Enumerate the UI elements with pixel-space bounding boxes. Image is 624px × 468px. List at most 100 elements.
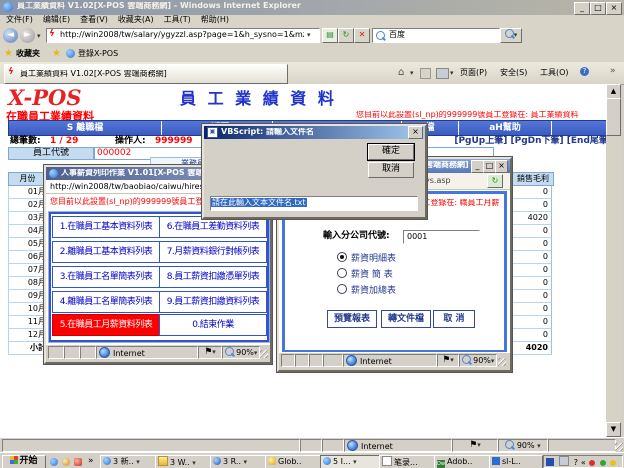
menu-item-3[interactable]: 3.在職員工名單簡表列表 bbox=[52, 266, 160, 288]
address-dropdown-icon[interactable]: ▾ bbox=[307, 32, 311, 40]
filename-input[interactable]: 請在此輸入文本文件名.txt bbox=[210, 196, 418, 211]
menu-help[interactable]: 帮助(H) bbox=[201, 16, 229, 25]
taskbar-task-group-1[interactable]: 3 新.. ▾ bbox=[100, 455, 156, 468]
close-button[interactable]: × bbox=[606, 2, 622, 15]
taskbar-task-group-5-active[interactable]: 5 I... ▾ bbox=[320, 455, 380, 468]
active-tab[interactable]: ϟ 員工業績資料 V1.02[X-POS 雲端商務網] bbox=[4, 64, 288, 84]
branch-refresh-icon[interactable]: ↻ bbox=[487, 174, 503, 188]
quicklaunch-qq-icon[interactable] bbox=[62, 458, 70, 466]
tray-app-green-icon[interactable] bbox=[600, 460, 606, 466]
printer-tray-icon[interactable] bbox=[559, 456, 569, 466]
nav-dropdown-icon[interactable]: ▾ bbox=[37, 33, 41, 41]
menu-item-6[interactable]: 6.在職員工差勤資料列表 bbox=[159, 216, 267, 238]
taskbar-task-8[interactable]: sl-L.. bbox=[489, 455, 543, 468]
export-file-button[interactable]: 轉文件檔 bbox=[381, 310, 431, 328]
menu-item-1[interactable]: 1.在職員工基本資料列表 bbox=[52, 216, 160, 238]
resize-grip[interactable] bbox=[615, 443, 623, 451]
add-favorite-icon[interactable]: ★ bbox=[52, 48, 61, 59]
vbscript-close-button[interactable]: × bbox=[408, 126, 423, 139]
ime-indicator-icon[interactable] bbox=[546, 458, 554, 466]
tray-clock: 16:23 bbox=[621, 458, 623, 467]
radio-total[interactable]: 薪資加總表 bbox=[337, 284, 396, 297]
minimize-button[interactable]: _ bbox=[574, 2, 590, 15]
print-dropdown-icon[interactable]: ▾ bbox=[450, 70, 454, 78]
radio-total-icon[interactable] bbox=[337, 284, 347, 294]
page-scrollbar[interactable]: ▲ ▼ bbox=[606, 84, 621, 437]
radio-simple-icon[interactable] bbox=[337, 268, 347, 278]
favorite-site-link[interactable]: 登錄X-POS bbox=[78, 50, 118, 59]
search-go-button[interactable]: ▾ bbox=[500, 28, 522, 43]
command-page-button[interactable]: 页面(P) bbox=[460, 69, 487, 78]
start-button[interactable]: 开始 bbox=[2, 455, 46, 468]
protected-mode-icon[interactable]: ⚑▾ bbox=[437, 354, 459, 367]
feeds-icon[interactable] bbox=[420, 68, 431, 79]
preview-report-button[interactable]: 預覽報表 bbox=[327, 310, 377, 328]
back-button[interactable]: ◄ bbox=[3, 28, 18, 43]
quicklaunch-more-icon[interactable]: » bbox=[88, 457, 94, 467]
quicklaunch-foxmail-icon[interactable] bbox=[74, 458, 82, 466]
help-tray-icon[interactable]: ? bbox=[574, 458, 578, 467]
radio-detail-icon[interactable] bbox=[337, 252, 347, 262]
print-window-icon bbox=[49, 169, 58, 178]
toolbar-help-button[interactable]: aH幫助 bbox=[459, 121, 552, 135]
taskbar-task-7[interactable]: DwAdob.. bbox=[434, 455, 490, 468]
vbscript-title-bar[interactable]: ▣ VBScript: 請輸入文件名 × bbox=[204, 126, 425, 139]
tray-app-red-icon[interactable] bbox=[589, 460, 595, 466]
zoom-control[interactable]: 90% ▾ bbox=[498, 439, 548, 452]
quicklaunch-ie-icon[interactable] bbox=[50, 458, 58, 466]
address-input[interactable]: ϟ http://win2008/tw/salary/ygyzzl.asp?pa… bbox=[46, 28, 320, 43]
menu-item-4[interactable]: 4.離職員工名單簡表列表 bbox=[52, 291, 160, 313]
resize-grip[interactable] bbox=[498, 358, 506, 366]
menu-tools[interactable]: 工具(T) bbox=[164, 16, 191, 25]
taskbar-task-group-3[interactable]: 3 R.. ▾ bbox=[210, 455, 266, 468]
menu-item-5-active[interactable]: 5.在職員工月薪資料列表 bbox=[52, 314, 160, 336]
ok-button[interactable]: 確定 bbox=[368, 144, 414, 160]
scrollbar-thumb[interactable] bbox=[606, 98, 621, 136]
scroll-up-icon[interactable]: ▲ bbox=[606, 84, 621, 99]
zoom-control[interactable]: 90%▾ bbox=[222, 346, 260, 359]
cancel-report-button[interactable]: 取 消 bbox=[433, 310, 475, 328]
radio-detail[interactable]: 薪資明細表 bbox=[337, 252, 396, 265]
restore-button[interactable]: □ bbox=[590, 2, 606, 15]
command-safety-button[interactable]: 安全(S) bbox=[500, 69, 527, 78]
stop-button[interactable]: ✕ bbox=[354, 28, 370, 43]
refresh-button[interactable]: ↻ bbox=[338, 28, 354, 43]
vbscript-dialog[interactable]: ▣ VBScript: 請輸入文件名 × 確定 取消 請在此輸入文本文件名.tx… bbox=[202, 124, 427, 219]
branch-close-button[interactable]: × bbox=[495, 160, 508, 173]
resize-grip[interactable] bbox=[260, 350, 268, 358]
taskbar-task-6[interactable]: 笔录... bbox=[379, 455, 435, 468]
menu-view[interactable]: 查看(V) bbox=[80, 16, 108, 25]
zoom-control[interactable]: 90%▾ bbox=[459, 354, 497, 367]
forward-button[interactable]: ► bbox=[20, 28, 35, 43]
branch-code-input[interactable]: 0001 bbox=[403, 230, 480, 244]
home-dropdown-icon[interactable]: ▾ bbox=[410, 70, 414, 78]
scroll-down-icon[interactable]: ▼ bbox=[606, 422, 621, 437]
toolbar-resigned-button[interactable]: S 離職檔 bbox=[9, 121, 162, 135]
menu-item-9[interactable]: 9.員工薪資扣繳資料列表 bbox=[159, 291, 267, 313]
radio-simple[interactable]: 薪資 簡 表 bbox=[337, 268, 393, 281]
menu-item-8[interactable]: 8.員工薪資扣繳憑單列表 bbox=[159, 266, 267, 288]
home-icon[interactable]: ⌂ bbox=[398, 67, 404, 78]
page-title: 員 工 業 績 資 料 bbox=[180, 90, 337, 108]
menu-item-0-exit[interactable]: 0.結束作業 bbox=[159, 314, 267, 336]
help-icon[interactable]: ? bbox=[580, 67, 589, 76]
cancel-button[interactable]: 取消 bbox=[368, 162, 414, 178]
print-icon[interactable] bbox=[436, 68, 449, 79]
menu-favorites[interactable]: 收藏夹(A) bbox=[118, 16, 154, 25]
menu-file[interactable]: 文件(F) bbox=[6, 16, 33, 25]
favorites-button[interactable]: 收藏夹 bbox=[16, 50, 40, 59]
protected-mode-icon[interactable]: ⚑▾ bbox=[452, 439, 498, 452]
chevron-more-icon[interactable]: » bbox=[610, 67, 616, 77]
protected-mode-icon[interactable]: ⚑▾ bbox=[198, 346, 222, 359]
taskbar-task-group-2[interactable]: 3 W.. ▾ bbox=[155, 455, 211, 468]
taskbar-task-4[interactable]: Glob.. bbox=[265, 455, 321, 468]
menu-item-7[interactable]: 7.月薪資料銀行對帳列表 bbox=[159, 241, 267, 263]
search-input[interactable]: 百度 bbox=[372, 28, 500, 43]
zoom-icon bbox=[225, 347, 234, 356]
command-tools-button[interactable]: 工具(O) bbox=[540, 69, 569, 78]
collapse-tray-icon[interactable]: « bbox=[581, 458, 586, 467]
page-button[interactable]: ▤ bbox=[322, 28, 338, 43]
tray-app-yellow-icon[interactable] bbox=[610, 460, 616, 466]
menu-item-2[interactable]: 2.離職員工基本資料列表 bbox=[52, 241, 160, 263]
menu-edit[interactable]: 编辑(E) bbox=[43, 16, 70, 25]
